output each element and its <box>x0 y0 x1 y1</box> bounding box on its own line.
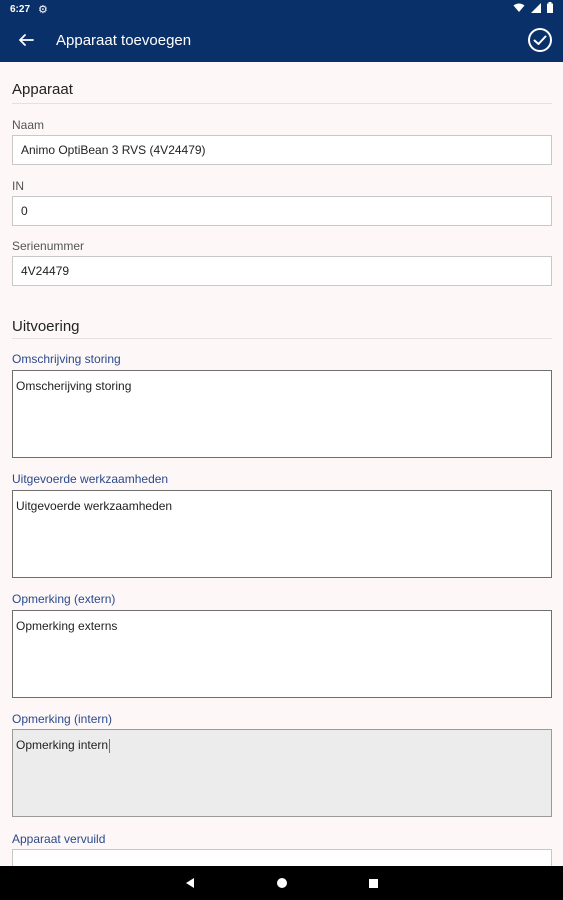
form-content[interactable]: Apparaat Naam Animo OptiBean 3 RVS (4V24… <box>0 62 563 866</box>
gear-icon: ⚙ <box>38 3 48 16</box>
status-time: 6:27 <box>10 3 31 15</box>
back-button[interactable] <box>0 18 52 62</box>
section-title-apparaat: Apparaat <box>12 81 73 98</box>
nav-recents-button[interactable] <box>368 878 379 889</box>
in-input[interactable]: 0 <box>12 196 552 226</box>
omschrijving-storing-label: Omschrijving storing <box>12 352 121 366</box>
apparaat-vervuild-input[interactable] <box>12 849 552 866</box>
naam-input[interactable]: Animo OptiBean 3 RVS (4V24479) <box>12 135 552 165</box>
opmerking-extern-label: Opmerking (extern) <box>12 592 116 606</box>
serienummer-input[interactable]: 4V24479 <box>12 256 552 286</box>
battery-icon <box>547 2 553 16</box>
serienummer-value: 4V24479 <box>21 264 70 278</box>
nav-recents-square-icon <box>369 878 378 888</box>
omschrijving-storing-value: Omscherijving storing <box>16 379 132 393</box>
in-value: 0 <box>21 204 28 218</box>
omschrijving-storing-textarea[interactable]: Omscherijving storing <box>12 370 552 458</box>
nav-home-button[interactable] <box>276 877 288 889</box>
arrow-left-icon <box>19 34 34 46</box>
opmerking-intern-label: Opmerking (intern) <box>12 712 113 726</box>
nav-home-circle-icon <box>277 878 287 888</box>
wifi-icon <box>513 3 525 16</box>
opmerking-extern-value: Opmerking externs <box>16 619 118 633</box>
opmerking-extern-textarea[interactable]: Opmerking externs <box>12 610 552 698</box>
confirm-button[interactable] <box>527 27 553 53</box>
naam-value: Animo OptiBean 3 RVS (4V24479) <box>21 143 206 157</box>
nav-back-triangle-icon <box>186 878 194 888</box>
uitgevoerde-werkzaamheden-value: Uitgevoerde werkzaamheden <box>16 499 173 513</box>
nav-back-button[interactable] <box>184 877 196 889</box>
section-title-uitvoering: Uitvoering <box>12 318 80 335</box>
apparaat-vervuild-label: Apparaat vervuild <box>12 832 106 846</box>
section-divider <box>12 103 552 104</box>
section-divider <box>12 338 552 339</box>
app-bar: Apparaat toevoegen <box>0 18 563 62</box>
signal-icon <box>531 2 541 16</box>
status-icons <box>513 2 553 16</box>
serienummer-label: Serienummer <box>12 239 85 253</box>
page-title: Apparaat toevoegen <box>56 31 192 49</box>
status-bar: 6:27 ⚙ <box>0 0 563 18</box>
uitgevoerde-werkzaamheden-label: Uitgevoerde werkzaamheden <box>12 472 169 486</box>
text-caret <box>109 738 111 753</box>
uitgevoerde-werkzaamheden-textarea[interactable]: Uitgevoerde werkzaamheden <box>12 490 552 578</box>
opmerking-intern-value: Opmerking intern <box>16 738 109 752</box>
system-nav-bar <box>0 866 563 900</box>
naam-label: Naam <box>12 118 45 132</box>
opmerking-intern-textarea[interactable]: Opmerking intern <box>12 729 552 817</box>
check-circle-icon <box>528 28 552 52</box>
in-label: IN <box>12 179 24 193</box>
